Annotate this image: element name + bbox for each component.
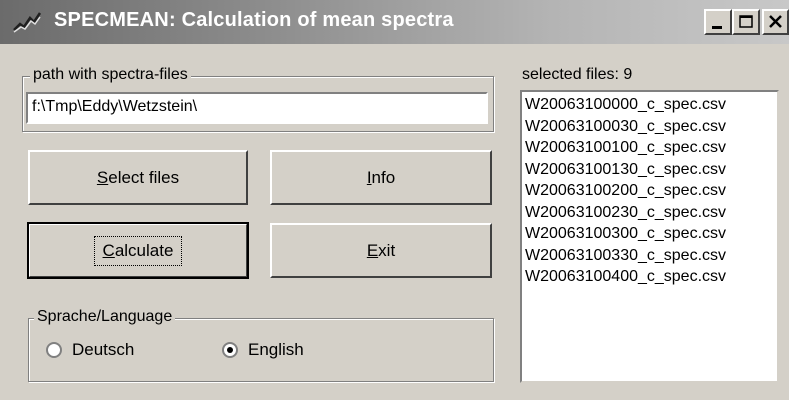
maximize-icon [739, 15, 753, 28]
list-item[interactable]: W20063100030_c_spec.csv [525, 116, 777, 138]
close-icon [769, 15, 782, 28]
spectrum-line-icon [13, 12, 42, 33]
close-button[interactable] [762, 9, 789, 35]
radio-dot-english [227, 347, 233, 353]
window-title: SPECMEAN: Calculation of mean spectra [54, 9, 454, 31]
minimize-button[interactable] [704, 9, 732, 35]
exit-button[interactable]: Exit [270, 223, 492, 278]
calculate-label: Calculate [93, 235, 183, 266]
select-files-label: Select files [96, 167, 180, 187]
path-group-legend: path with spectra-files [30, 66, 191, 84]
list-item[interactable]: W20063100130_c_spec.csv [525, 159, 777, 181]
select-files-button[interactable]: Select files [28, 150, 248, 205]
language-group-legend: Sprache/Language [34, 308, 176, 326]
radio-label-english: English [248, 340, 304, 359]
path-input[interactable]: f:\Tmp\Eddy\Wetzstein\ [26, 92, 488, 124]
list-item[interactable]: W20063100100_c_spec.csv [525, 137, 777, 159]
list-item[interactable]: W20063100200_c_spec.csv [525, 180, 777, 202]
calculate-button[interactable]: Calculate [27, 222, 249, 279]
selected-files-count: selected files: 9 [522, 66, 633, 83]
info-button[interactable]: Info [270, 150, 492, 205]
list-item[interactable]: W20063100000_c_spec.csv [525, 94, 777, 116]
exit-label: Exit [366, 240, 396, 260]
radio-circle-english [222, 342, 238, 358]
radio-circle-deutsch [46, 342, 62, 358]
list-item[interactable]: W20063100330_c_spec.csv [525, 245, 777, 267]
maximize-button[interactable] [732, 9, 760, 35]
list-item[interactable]: W20063100400_c_spec.csv [525, 266, 777, 288]
title-bar[interactable]: SPECMEAN: Calculation of mean spectra [0, 0, 789, 44]
minimize-icon [712, 26, 722, 29]
files-listbox[interactable]: W20063100000_c_spec.csv W20063100030_c_s… [520, 90, 779, 383]
radio-deutsch[interactable]: Deutsch [46, 340, 134, 360]
list-item[interactable]: W20063100300_c_spec.csv [525, 223, 777, 245]
radio-english[interactable]: English [222, 340, 304, 360]
radio-label-deutsch: Deutsch [72, 340, 135, 359]
list-item[interactable]: W20063100230_c_spec.csv [525, 202, 777, 224]
info-label: Info [366, 167, 396, 187]
app-window: SPECMEAN: Calculation of mean spectra pa… [0, 0, 789, 400]
